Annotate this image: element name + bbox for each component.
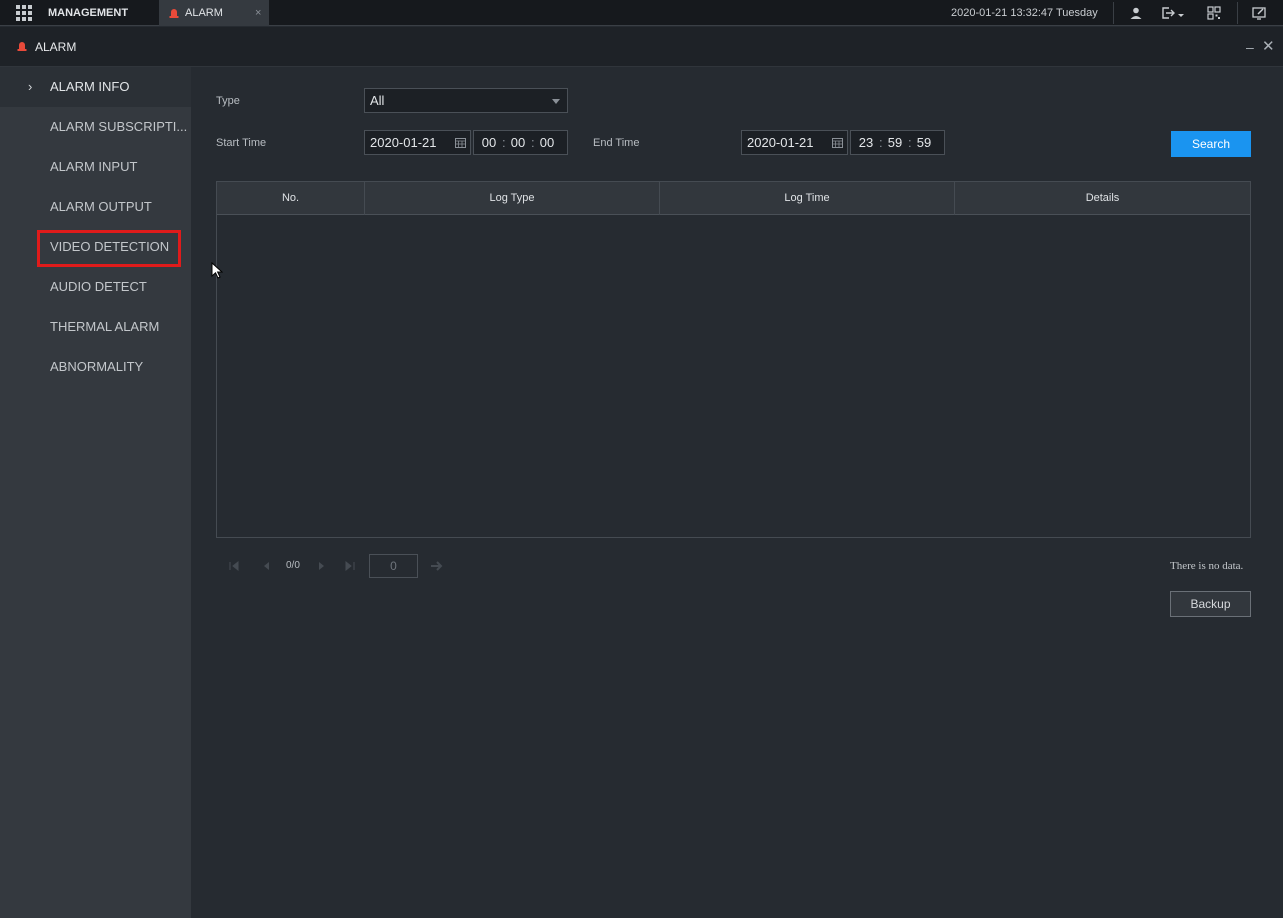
- first-page-icon[interactable]: [228, 560, 240, 572]
- time-separator: :: [531, 135, 535, 150]
- mouse-cursor-icon: [211, 262, 223, 279]
- chevron-right-icon: ›: [28, 79, 33, 94]
- sidebar-item-alarm-input[interactable]: ALARM INPUT: [0, 147, 191, 187]
- sidebar-item-label: AUDIO DETECT: [50, 279, 147, 294]
- start-hour[interactable]: 00: [479, 131, 499, 154]
- sidebar-item-alarm-output[interactable]: ALARM OUTPUT: [0, 187, 191, 227]
- end-time-label: End Time: [593, 137, 640, 149]
- sidebar-item-audio-detect[interactable]: AUDIO DETECT: [0, 267, 191, 307]
- start-date-value: 2020-01-21: [370, 135, 437, 150]
- siren-icon: [17, 42, 27, 51]
- page-title: ALARM: [35, 40, 77, 54]
- sidebar: › ALARM INFO ALARM SUBSCRIPTI... ALARM I…: [0, 67, 191, 918]
- end-second[interactable]: 59: [914, 131, 934, 154]
- type-select[interactable]: All: [364, 88, 568, 113]
- display-settings-icon[interactable]: [1251, 5, 1267, 21]
- sidebar-item-label: ABNORMALITY: [50, 359, 144, 374]
- siren-icon: [169, 9, 179, 18]
- log-table: No. Log Type Log Time Details: [216, 181, 1251, 538]
- page-count: 0/0: [286, 560, 300, 571]
- backup-button[interactable]: Backup: [1170, 591, 1251, 617]
- column-header-log-time[interactable]: Log Time: [660, 182, 955, 215]
- chevron-down-icon: [552, 99, 560, 104]
- start-time-label: Start Time: [216, 137, 267, 149]
- start-second[interactable]: 00: [537, 131, 557, 154]
- start-minute[interactable]: 00: [508, 131, 528, 154]
- column-header-details[interactable]: Details: [955, 182, 1250, 215]
- go-to-page-icon[interactable]: [430, 560, 444, 572]
- calendar-icon[interactable]: [832, 137, 843, 148]
- page-number-input[interactable]: 0: [369, 554, 418, 578]
- prev-page-icon[interactable]: [260, 560, 272, 572]
- divider: [1113, 2, 1114, 24]
- sidebar-item-label: THERMAL ALARM: [50, 319, 160, 334]
- time-separator: :: [908, 135, 912, 150]
- column-header-no[interactable]: No.: [217, 182, 365, 215]
- sidebar-item-alarm-subscription[interactable]: ALARM SUBSCRIPTI...: [0, 107, 191, 147]
- sidebar-item-label: ALARM OUTPUT: [50, 199, 152, 214]
- type-label: Type: [216, 95, 240, 107]
- type-select-value: All: [370, 93, 385, 108]
- apps-grid-icon[interactable]: [16, 5, 32, 21]
- time-separator: :: [502, 135, 506, 150]
- qrcode-icon[interactable]: [1206, 5, 1222, 21]
- end-minute[interactable]: 59: [885, 131, 905, 154]
- end-date-value: 2020-01-21: [747, 135, 814, 150]
- divider: [1237, 2, 1238, 24]
- last-page-icon[interactable]: [344, 560, 356, 572]
- tab-alarm[interactable]: ALARM ×: [159, 0, 269, 26]
- no-data-message: There is no data.: [1170, 560, 1244, 572]
- sidebar-item-thermal-alarm[interactable]: THERMAL ALARM: [0, 307, 191, 347]
- column-header-log-type[interactable]: Log Type: [365, 182, 660, 215]
- time-separator: :: [879, 135, 883, 150]
- table-header: No. Log Type Log Time Details: [217, 182, 1250, 215]
- sidebar-item-label: ALARM INPUT: [50, 159, 138, 174]
- user-icon[interactable]: [1128, 5, 1144, 21]
- calendar-icon[interactable]: [455, 137, 466, 148]
- top-bar: MANAGEMENT ALARM × 2020-01-21 13:32:47 T…: [0, 0, 1283, 26]
- close-button[interactable]: ✕: [1262, 37, 1275, 55]
- chevron-down-icon[interactable]: [1176, 5, 1186, 21]
- minimize-button[interactable]: –: [1246, 39, 1254, 55]
- datetime-display: 2020-01-21 13:32:47 Tuesday: [951, 7, 1098, 19]
- sidebar-item-alarm-info[interactable]: › ALARM INFO: [0, 67, 191, 107]
- start-date-field[interactable]: 2020-01-21: [364, 130, 471, 155]
- end-time-field[interactable]: 23 : 59 : 59: [850, 130, 945, 155]
- sidebar-item-label: ALARM SUBSCRIPTI...: [50, 119, 188, 134]
- tab-management[interactable]: MANAGEMENT: [48, 0, 128, 26]
- next-page-icon[interactable]: [316, 560, 328, 572]
- search-button[interactable]: Search: [1171, 131, 1251, 157]
- sidebar-item-label: ALARM INFO: [50, 79, 130, 94]
- logout-icon[interactable]: [1160, 5, 1176, 21]
- highlight-box: [37, 230, 181, 267]
- tab-alarm-label: ALARM: [185, 7, 223, 19]
- end-date-field[interactable]: 2020-01-21: [741, 130, 848, 155]
- start-time-field[interactable]: 00 : 00 : 00: [473, 130, 568, 155]
- window-title-bar: ALARM – ✕: [0, 27, 1283, 67]
- end-hour[interactable]: 23: [856, 131, 876, 154]
- tab-close-icon[interactable]: ×: [255, 0, 261, 26]
- sidebar-item-abnormality[interactable]: ABNORMALITY: [0, 347, 191, 387]
